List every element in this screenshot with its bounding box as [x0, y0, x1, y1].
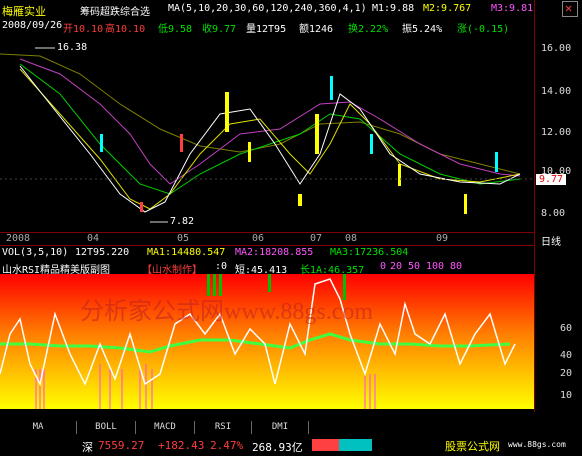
- rsi-tick: 20: [560, 368, 573, 379]
- price-tick: 14.00: [541, 86, 572, 97]
- tab-dmi[interactable]: DMI: [252, 421, 309, 434]
- stock-name[interactable]: 梅雁实业: [2, 3, 46, 19]
- candle: [180, 134, 183, 152]
- rsi-chart: 分析家公式网www.88gs.com: [0, 274, 534, 409]
- tab-rsi[interactable]: RSI: [195, 421, 252, 434]
- rsi-tick: 10: [560, 390, 573, 401]
- price-tick: 12.00: [541, 127, 572, 138]
- ma-line-white: [19, 65, 521, 213]
- m3-value: M3:9.81: [491, 3, 534, 14]
- quote-date: 2008/09/26: [2, 20, 63, 31]
- candle: [100, 134, 103, 152]
- quote-amplitude: 振5.24%: [402, 24, 443, 35]
- candle: [248, 142, 251, 162]
- market-change: +182.43: [158, 439, 205, 452]
- rsi-indicator-panel[interactable]: 分析家公式网www.88gs.com: [0, 274, 534, 409]
- candle: [298, 194, 302, 206]
- quote-turnover: 换2.22%: [348, 24, 389, 35]
- quote-high: 高10.10: [105, 24, 146, 35]
- signal-bar: [213, 274, 216, 296]
- date-tick: 06: [252, 233, 265, 244]
- vol-ma2: MA2:18208.855: [235, 247, 314, 258]
- candle: [315, 114, 319, 154]
- quote-change: 涨(-0.15): [457, 24, 510, 35]
- indicator-zero: :0: [215, 261, 228, 272]
- candle: [495, 152, 498, 172]
- quote-volume: 量12T95: [246, 24, 287, 35]
- candle: [330, 76, 333, 100]
- ma-params: MA(5,10,20,30,60,120,240,360,4,1): [168, 3, 367, 14]
- signal-bar: [343, 274, 346, 300]
- date-tick: 07: [310, 233, 323, 244]
- date-tick: 2008: [6, 233, 31, 244]
- market-pct: 2.47%: [210, 439, 244, 452]
- m2-value: M2:9.767: [423, 3, 472, 14]
- vol-ma3: MA3:17236.504: [330, 247, 409, 258]
- market-label: 深: [82, 441, 93, 454]
- indicator-level: 100: [426, 261, 445, 272]
- signal-bar: [207, 274, 210, 296]
- ma-line-magenta: [19, 58, 521, 185]
- date-tick: 05: [177, 233, 190, 244]
- period-label[interactable]: 日线: [541, 233, 561, 248]
- indicator-tabs: MA BOLL MACD RSI DMI: [0, 421, 534, 435]
- signal-bar: [268, 274, 271, 292]
- watermark: 分析家公式网www.88gs.com: [80, 298, 373, 325]
- price-tick: 16.00: [541, 43, 572, 54]
- high-price-label: 16.38: [57, 42, 88, 53]
- market-index: 7559.27: [98, 439, 145, 452]
- candle: [370, 134, 373, 154]
- quote-amount: 额1246: [299, 24, 334, 35]
- quote-low: 低9.58: [158, 24, 193, 35]
- status-bar: 深 7559.27 +182.43 2.47% 268.93亿 股票公式网 ww…: [0, 436, 582, 456]
- signal-bar: [219, 274, 222, 296]
- tab-macd[interactable]: MACD: [136, 421, 195, 434]
- vol-value: 12T95.220: [75, 247, 130, 258]
- indicator-level: 50: [408, 261, 421, 272]
- current-price-tag: 9.77: [536, 174, 567, 185]
- ma-line-green: [19, 63, 521, 195]
- site-label: 股票公式网: [445, 440, 500, 453]
- market-bar: [312, 439, 372, 451]
- candles: [100, 76, 498, 214]
- candle: [398, 164, 401, 186]
- indicator-level: 20: [390, 261, 403, 272]
- candle: [464, 194, 467, 214]
- price-tick: 8.00: [541, 208, 566, 219]
- ma-line-long: [0, 53, 521, 175]
- indicator-level: 0: [380, 261, 387, 272]
- m1-value: M1:9.88: [372, 3, 415, 14]
- vol-title: VOL(3,5,10): [2, 247, 69, 258]
- candle: [140, 202, 143, 212]
- market-amount: 268.93亿: [252, 441, 303, 454]
- date-tick: 09: [436, 233, 449, 244]
- vol-ma1: MA1:14480.547: [147, 247, 226, 258]
- tab-boll[interactable]: BOLL: [77, 421, 136, 434]
- site-url: www.88gs.com: [508, 440, 566, 449]
- tab-ma[interactable]: MA: [0, 421, 77, 434]
- candle: [225, 92, 229, 132]
- candlestick-chart[interactable]: [0, 34, 534, 234]
- date-tick: 04: [87, 233, 100, 244]
- quote-close: 收9.77: [202, 24, 237, 35]
- ma-line-yellow: [19, 68, 521, 210]
- price-axis: [534, 0, 582, 412]
- rsi-tick: 40: [560, 350, 573, 361]
- indicator-level: 80: [450, 261, 463, 272]
- formula-name[interactable]: 筹码超跌综合选: [80, 3, 150, 18]
- date-axis: [0, 232, 534, 246]
- rsi-tick: 60: [560, 323, 573, 334]
- date-tick: 08: [345, 233, 358, 244]
- low-price-label: 7.82: [170, 216, 195, 227]
- quote-open: 开10.10: [63, 24, 104, 35]
